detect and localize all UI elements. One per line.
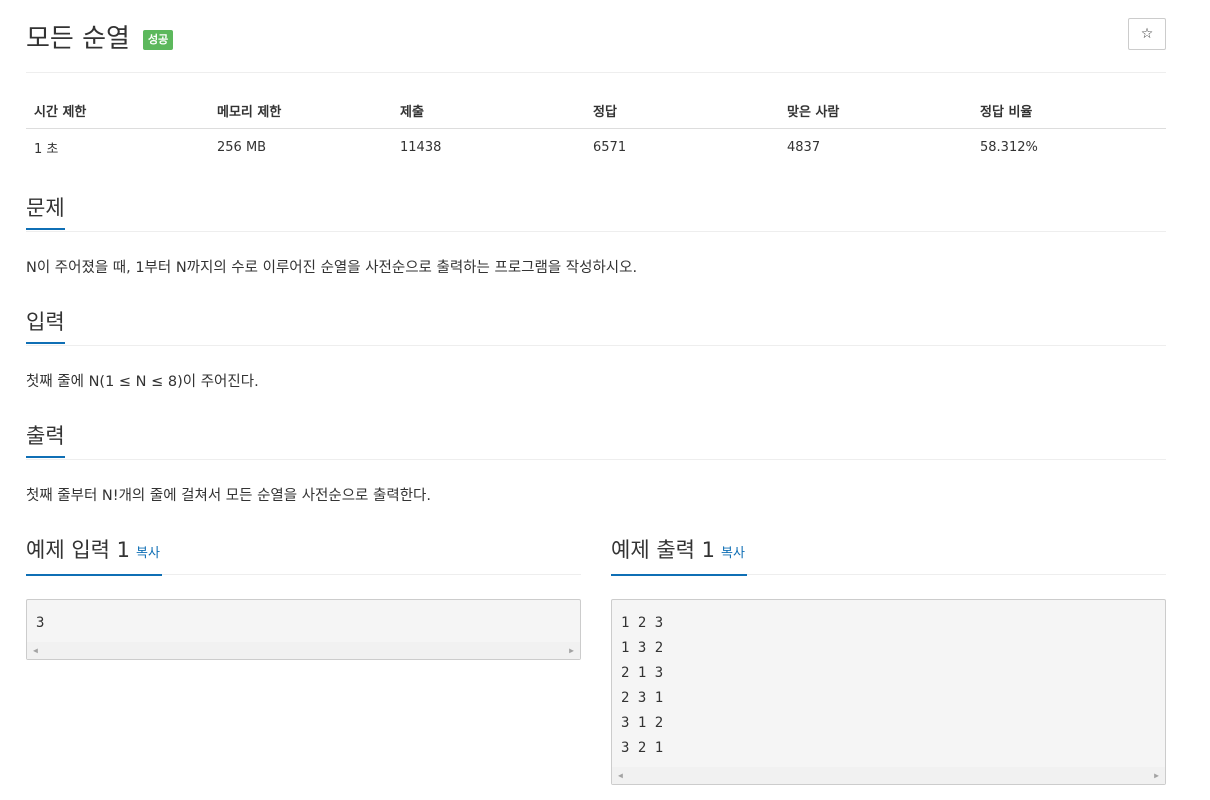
output-text: 첫째 줄부터 N!개의 줄에 걸쳐서 모든 순열을 사전순으로 출력한다. [26,488,431,504]
output-section: 출력 첫째 줄부터 N!개의 줄에 걸쳐서 모든 순열을 사전순으로 출력한다. [26,422,1166,505]
sample-output-line: 2 1 3 [621,665,664,681]
stats-header-solved-users: 맞은 사람 [779,92,972,129]
stats-header-time-limit: 시간 제한 [26,92,209,129]
stats-header-accept-ratio: 정답 비율 [972,92,1166,129]
description-title: 문제 [26,194,65,230]
sample-input-title: 예제 입력 1 [26,538,130,562]
input-title: 입력 [26,308,65,344]
sample-output-line: 2 3 1 [621,690,664,706]
page-title: 모든 순열 [26,24,130,54]
output-title: 출력 [26,422,65,458]
scroll-right-arrow-icon[interactable]: ▶ [569,646,574,655]
stats-header-memory-limit: 메모리 제한 [209,92,392,129]
sample-output-title-wrap: 예제 출력 1 복사 [611,536,747,576]
sample-output-line: 3 1 2 [621,715,664,731]
sample-output-content: 1 2 3 1 3 2 2 1 3 2 3 1 3 1 2 3 2 1 [612,600,1165,767]
stats-accepted: 6571 [593,140,627,155]
star-icon: ☆ [1140,26,1154,42]
sample-output-line: 1 3 2 [621,640,664,656]
sample-output-line: 3 2 1 [621,740,664,756]
title-row: 모든 순열 성공 ☆ [26,14,1166,62]
stats-header-row: 시간 제한 메모리 제한 제출 정답 맞은 사람 정답 비율 [26,92,1166,129]
sample-input-copy-link[interactable]: 복사 [136,546,160,561]
sample-output-header: 예제 출력 1 복사 [611,536,1166,576]
sample-input-box[interactable]: 3 ◀ ▶ [26,599,581,660]
stats-solved-users: 4837 [787,140,821,155]
sample-input-title-wrap: 예제 입력 1 복사 [26,536,162,576]
stats-header-submissions: 제출 [392,92,585,129]
stats-header-accepted: 정답 [585,92,779,129]
output-header: 출력 [26,422,1166,460]
sample-output-line: 1 2 3 [621,615,664,631]
stats-time-limit: 1 초 [34,142,59,157]
stats-accept-ratio: 58.312% [980,140,1038,155]
stats-value-row: 1 초 256 MB 11438 6571 4837 58.312% [26,129,1166,166]
input-section: 입력 첫째 줄에 N(1 ≤ N ≤ 8)이 주어진다. [26,308,1166,391]
sample-input-scrollbar[interactable]: ◀ ▶ [27,642,580,659]
description-section: 문제 N이 주어졌을 때, 1부터 N까지의 수로 이루어진 순열을 사전순으로… [26,194,1166,277]
sample-output-copy-link[interactable]: 복사 [721,546,745,561]
sample-input-line: 3 [36,615,45,631]
sample-output-box[interactable]: 1 2 3 1 3 2 2 1 3 2 3 1 3 1 2 3 2 1 ◀ ▶ [611,599,1166,785]
sample-output-panel: 예제 출력 1 복사 1 2 3 1 3 2 2 1 3 2 3 1 3 1 2 3 2 1… [611,536,1166,785]
scroll-left-arrow-icon[interactable]: ◀ [618,771,623,780]
scroll-right-arrow-icon[interactable]: ▶ [1154,771,1159,780]
sample-output-scrollbar[interactable]: ◀ ▶ [612,767,1165,784]
sample-input-panel: 예제 입력 1 복사 3 ◀ ▶ [26,536,581,660]
stats-submissions: 11438 [400,140,442,155]
description-header: 문제 [26,194,1166,232]
favorite-button[interactable]: ☆ [1128,18,1166,50]
input-text: 첫째 줄에 N(1 ≤ N ≤ 8)이 주어진다. [26,374,259,390]
description-text: N이 주어졌을 때, 1부터 N까지의 수로 이루어진 순열을 사전순으로 출력… [26,260,638,276]
problem-stats-table: 시간 제한 메모리 제한 제출 정답 맞은 사람 정답 비율 1 초 256 M… [26,92,1166,165]
sample-input-content: 3 [27,600,580,642]
title-divider [26,72,1166,73]
status-badge: 성공 [143,30,174,50]
scroll-left-arrow-icon[interactable]: ◀ [33,646,38,655]
sample-output-title: 예제 출력 1 [611,538,715,562]
stats-memory-limit: 256 MB [217,140,267,155]
input-header: 입력 [26,308,1166,346]
sample-input-header: 예제 입력 1 복사 [26,536,581,576]
